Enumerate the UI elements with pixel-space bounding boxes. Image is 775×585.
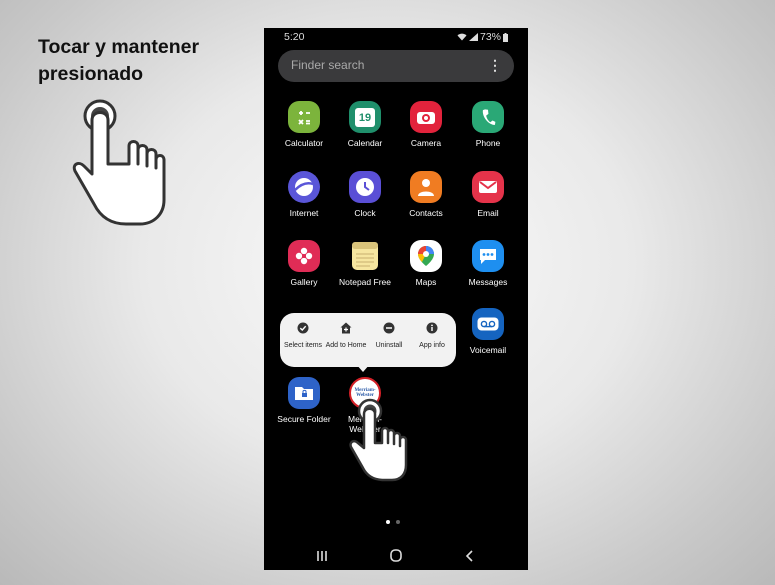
calendar-icon: 19 bbox=[349, 101, 381, 133]
voicemail-icon bbox=[472, 308, 504, 340]
app-phone[interactable]: Phone bbox=[457, 101, 519, 148]
calculator-icon bbox=[288, 101, 320, 133]
app-label: Voicemail bbox=[469, 345, 507, 355]
press-hand-icon bbox=[349, 398, 408, 482]
phone-icon bbox=[472, 101, 504, 133]
status-time: 5:20 bbox=[284, 31, 305, 43]
menu-uninstall[interactable]: Uninstall bbox=[367, 321, 411, 351]
app-internet[interactable]: Internet bbox=[273, 171, 335, 218]
more-vertical-icon[interactable]: ⋮ bbox=[488, 57, 502, 73]
camera-icon bbox=[410, 101, 442, 133]
app-label: Contacts bbox=[409, 208, 443, 218]
app-messages[interactable]: Messages bbox=[457, 240, 519, 287]
menu-app-info[interactable]: App info bbox=[410, 321, 454, 351]
battery-percent: 73% bbox=[479, 31, 501, 43]
status-bar: 5:20 73% bbox=[264, 28, 528, 48]
recents-icon[interactable] bbox=[310, 546, 334, 566]
app-calendar[interactable]: 19 Calendar bbox=[334, 101, 396, 148]
menu-label: Uninstall bbox=[375, 342, 403, 349]
slide: Tocar y mantener presionado 5:20 73% Fin… bbox=[0, 0, 775, 585]
maps-icon bbox=[410, 240, 442, 272]
app-label: Email bbox=[477, 208, 499, 218]
app-notepad-free[interactable]: Notepad Free bbox=[334, 240, 396, 287]
instruction-title: Tocar y mantener presionado bbox=[38, 36, 200, 85]
secure-folder-icon bbox=[288, 377, 320, 409]
battery-icon bbox=[503, 32, 508, 42]
app-contacts[interactable]: Contacts bbox=[395, 171, 457, 218]
internet-icon bbox=[288, 171, 320, 203]
menu-add-to-home[interactable]: Add to Home bbox=[324, 321, 368, 351]
app-label: Maps bbox=[415, 277, 437, 287]
app-label: Secure Folder bbox=[277, 414, 331, 424]
context-menu-pointer bbox=[356, 364, 370, 372]
contacts-icon bbox=[410, 171, 442, 203]
app-maps[interactable]: Maps bbox=[395, 240, 457, 287]
add-home-icon bbox=[340, 322, 352, 334]
page-indicator bbox=[386, 520, 400, 524]
app-label: Phone bbox=[475, 138, 501, 148]
page-dot-active[interactable] bbox=[386, 520, 390, 524]
app-label: Internet bbox=[289, 208, 319, 218]
page-dot[interactable] bbox=[396, 520, 400, 524]
gallery-icon bbox=[288, 240, 320, 272]
finder-search-bar[interactable]: Finder search ⋮ bbox=[278, 50, 514, 82]
app-label: Notepad Free bbox=[339, 277, 391, 287]
app-voicemail[interactable]: Voicemail bbox=[457, 308, 519, 355]
app-email[interactable]: Email bbox=[457, 171, 519, 218]
navigation-bar bbox=[264, 540, 528, 570]
app-context-menu: Select items Add to Home Uninstall App i… bbox=[280, 313, 456, 367]
app-camera[interactable]: Camera bbox=[395, 101, 457, 148]
touch-hold-hand-icon bbox=[72, 99, 166, 226]
app-label: Calendar bbox=[347, 138, 383, 148]
app-clock[interactable]: Clock bbox=[334, 171, 396, 218]
app-secure-folder[interactable]: Secure Folder bbox=[273, 377, 335, 424]
check-circle-icon bbox=[297, 322, 309, 334]
messages-icon bbox=[472, 240, 504, 272]
back-icon[interactable] bbox=[458, 546, 482, 566]
home-icon[interactable] bbox=[384, 546, 408, 566]
menu-label: Select items bbox=[283, 342, 323, 349]
app-label: Calculator bbox=[284, 138, 324, 148]
app-label: Gallery bbox=[290, 277, 318, 287]
wifi-icon bbox=[457, 33, 467, 41]
app-label: Clock bbox=[354, 208, 376, 218]
phone-screen: 5:20 73% Finder search ⋮ Calculator 19 C… bbox=[264, 28, 528, 570]
menu-label: App info bbox=[419, 342, 445, 349]
finder-search-placeholder: Finder search bbox=[291, 58, 365, 72]
status-icons: 73% bbox=[457, 31, 508, 43]
app-label: Camera bbox=[410, 138, 442, 148]
email-icon bbox=[472, 171, 504, 203]
calendar-day: 19 bbox=[355, 107, 375, 127]
clock-icon bbox=[349, 171, 381, 203]
menu-select-items[interactable]: Select items bbox=[281, 321, 325, 351]
info-icon bbox=[426, 322, 438, 334]
app-label: Messages bbox=[468, 277, 508, 287]
notepad-icon bbox=[349, 240, 381, 272]
menu-label: Add to Home bbox=[325, 342, 367, 349]
minus-circle-icon bbox=[383, 322, 395, 334]
signal-icon bbox=[468, 33, 478, 41]
app-calculator[interactable]: Calculator bbox=[273, 101, 335, 148]
app-gallery[interactable]: Gallery bbox=[273, 240, 335, 287]
